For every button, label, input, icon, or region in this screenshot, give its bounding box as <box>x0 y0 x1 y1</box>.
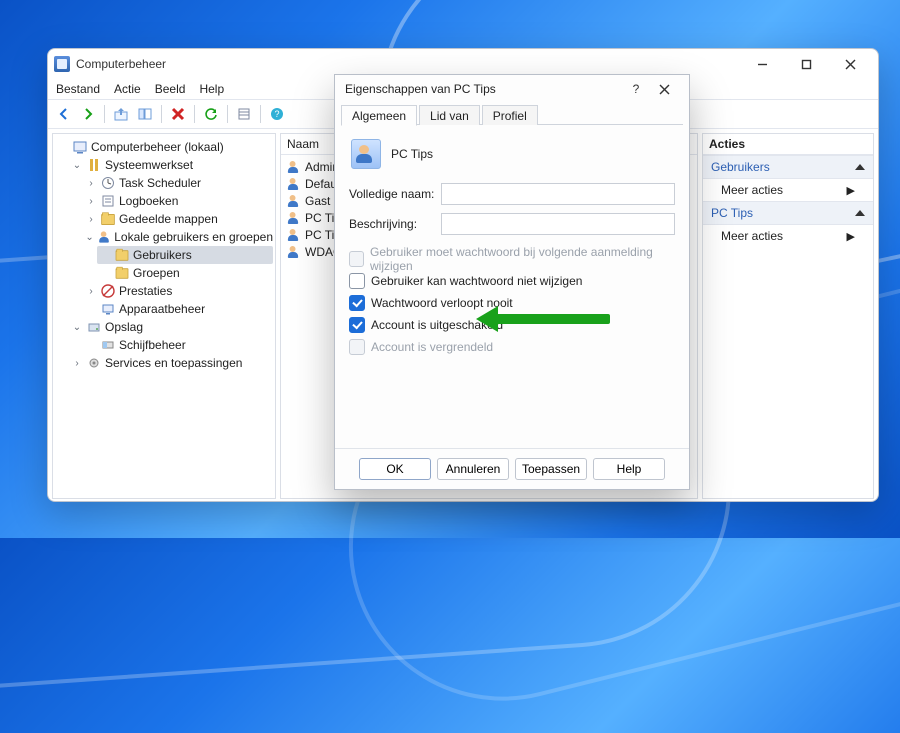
menu-action[interactable]: Actie <box>114 82 141 96</box>
refresh-button[interactable] <box>201 104 221 124</box>
scope-tree[interactable]: Computerbeheer (lokaal) ⌄Systeemwerkset … <box>52 133 276 499</box>
menu-file[interactable]: Bestand <box>56 82 100 96</box>
actions-more-pctips[interactable]: Meer acties ▶ <box>703 225 873 247</box>
tree-users[interactable]: Gebruikers <box>97 246 273 264</box>
apply-button[interactable]: Toepassen <box>515 458 587 480</box>
tab-general[interactable]: Algemeen <box>341 105 417 126</box>
minimize-button[interactable] <box>740 50 784 78</box>
tree-root[interactable]: Computerbeheer (lokaal) <box>55 138 273 156</box>
maximize-button[interactable] <box>784 50 828 78</box>
ok-button[interactable]: OK <box>359 458 431 480</box>
menu-view[interactable]: Beeld <box>155 82 186 96</box>
actions-header: Acties <box>703 134 873 155</box>
close-button[interactable] <box>828 50 872 78</box>
dialog-user-name: PC Tips <box>391 147 433 161</box>
description-input[interactable] <box>441 213 675 235</box>
actions-group-pctips[interactable]: PC Tips <box>703 201 873 225</box>
tree-groups[interactable]: Groepen <box>97 264 273 282</box>
svg-text:?: ? <box>274 109 279 119</box>
help-button-dialog[interactable]: Help <box>593 458 665 480</box>
full-name-label: Volledige naam: <box>349 187 441 201</box>
dialog-button-bar: OK Annuleren Toepassen Help <box>335 448 689 489</box>
tree-storage[interactable]: ⌄Opslag <box>69 318 273 336</box>
tree-task-scheduler[interactable]: ›Task Scheduler <box>83 174 273 192</box>
tree-local-users-groups[interactable]: ⌄Lokale gebruikers en groepen <box>83 228 273 246</box>
tree-device-manager[interactable]: Apparaatbeheer <box>83 300 273 318</box>
dialog-tabs: Algemeen Lid van Profiel <box>335 103 689 125</box>
nav-back-button[interactable] <box>54 104 74 124</box>
computer-management-icon <box>54 56 70 72</box>
menu-help[interactable]: Help <box>199 82 224 96</box>
actions-pane: Acties Gebruikers Meer acties ▶ PC Tips … <box>702 133 874 499</box>
dialog-titlebar[interactable]: Eigenschappen van PC Tips ? <box>335 75 689 103</box>
checkbox-password-never-expires[interactable]: Wachtwoord verloopt nooit <box>349 293 675 313</box>
collapse-icon <box>855 210 865 216</box>
tree-performance[interactable]: ›Prestaties <box>83 282 273 300</box>
checkbox-account-locked: Account is vergrendeld <box>349 337 675 357</box>
user-avatar-icon <box>351 139 381 169</box>
dialog-help-button[interactable]: ? <box>623 76 649 102</box>
chevron-right-icon: ▶ <box>847 230 855 243</box>
show-hide-tree-button[interactable] <box>135 104 155 124</box>
dialog-title: Eigenschappen van PC Tips <box>345 82 623 96</box>
chevron-right-icon: ▶ <box>847 184 855 197</box>
nav-forward-button[interactable] <box>78 104 98 124</box>
tree-system-tools[interactable]: ⌄Systeemwerkset <box>69 156 273 174</box>
tree-services-apps[interactable]: ›Services en toepassingen <box>69 354 273 372</box>
up-level-button[interactable] <box>111 104 131 124</box>
tree-disk-management[interactable]: Schijfbeheer <box>83 336 273 354</box>
actions-more-users[interactable]: Meer acties ▶ <box>703 179 873 201</box>
tree-shared-folders[interactable]: ›Gedeelde mappen <box>83 210 273 228</box>
full-name-input[interactable] <box>441 183 675 205</box>
actions-group-users[interactable]: Gebruikers <box>703 155 873 179</box>
description-label: Beschrijving: <box>349 217 441 231</box>
cancel-button[interactable]: Annuleren <box>437 458 509 480</box>
help-button[interactable]: ? <box>267 104 287 124</box>
actions-group-users-label: Gebruikers <box>711 160 770 174</box>
delete-button[interactable] <box>168 104 188 124</box>
properties-dialog: Eigenschappen van PC Tips ? Algemeen Lid… <box>334 74 690 490</box>
checkbox-must-change-password: Gebruiker moet wachtwoord bij volgende a… <box>349 249 675 269</box>
window-title: Computerbeheer <box>76 57 166 71</box>
tree-event-viewer[interactable]: ›Logboeken <box>83 192 273 210</box>
tab-profile[interactable]: Profiel <box>482 105 538 125</box>
export-list-button[interactable] <box>234 104 254 124</box>
tab-member-of[interactable]: Lid van <box>419 105 480 125</box>
checkbox-cannot-change-password[interactable]: Gebruiker kan wachtwoord niet wijzigen <box>349 271 675 291</box>
dialog-close-button[interactable] <box>649 76 679 102</box>
collapse-icon <box>855 164 865 170</box>
actions-group-pctips-label: PC Tips <box>711 206 753 220</box>
